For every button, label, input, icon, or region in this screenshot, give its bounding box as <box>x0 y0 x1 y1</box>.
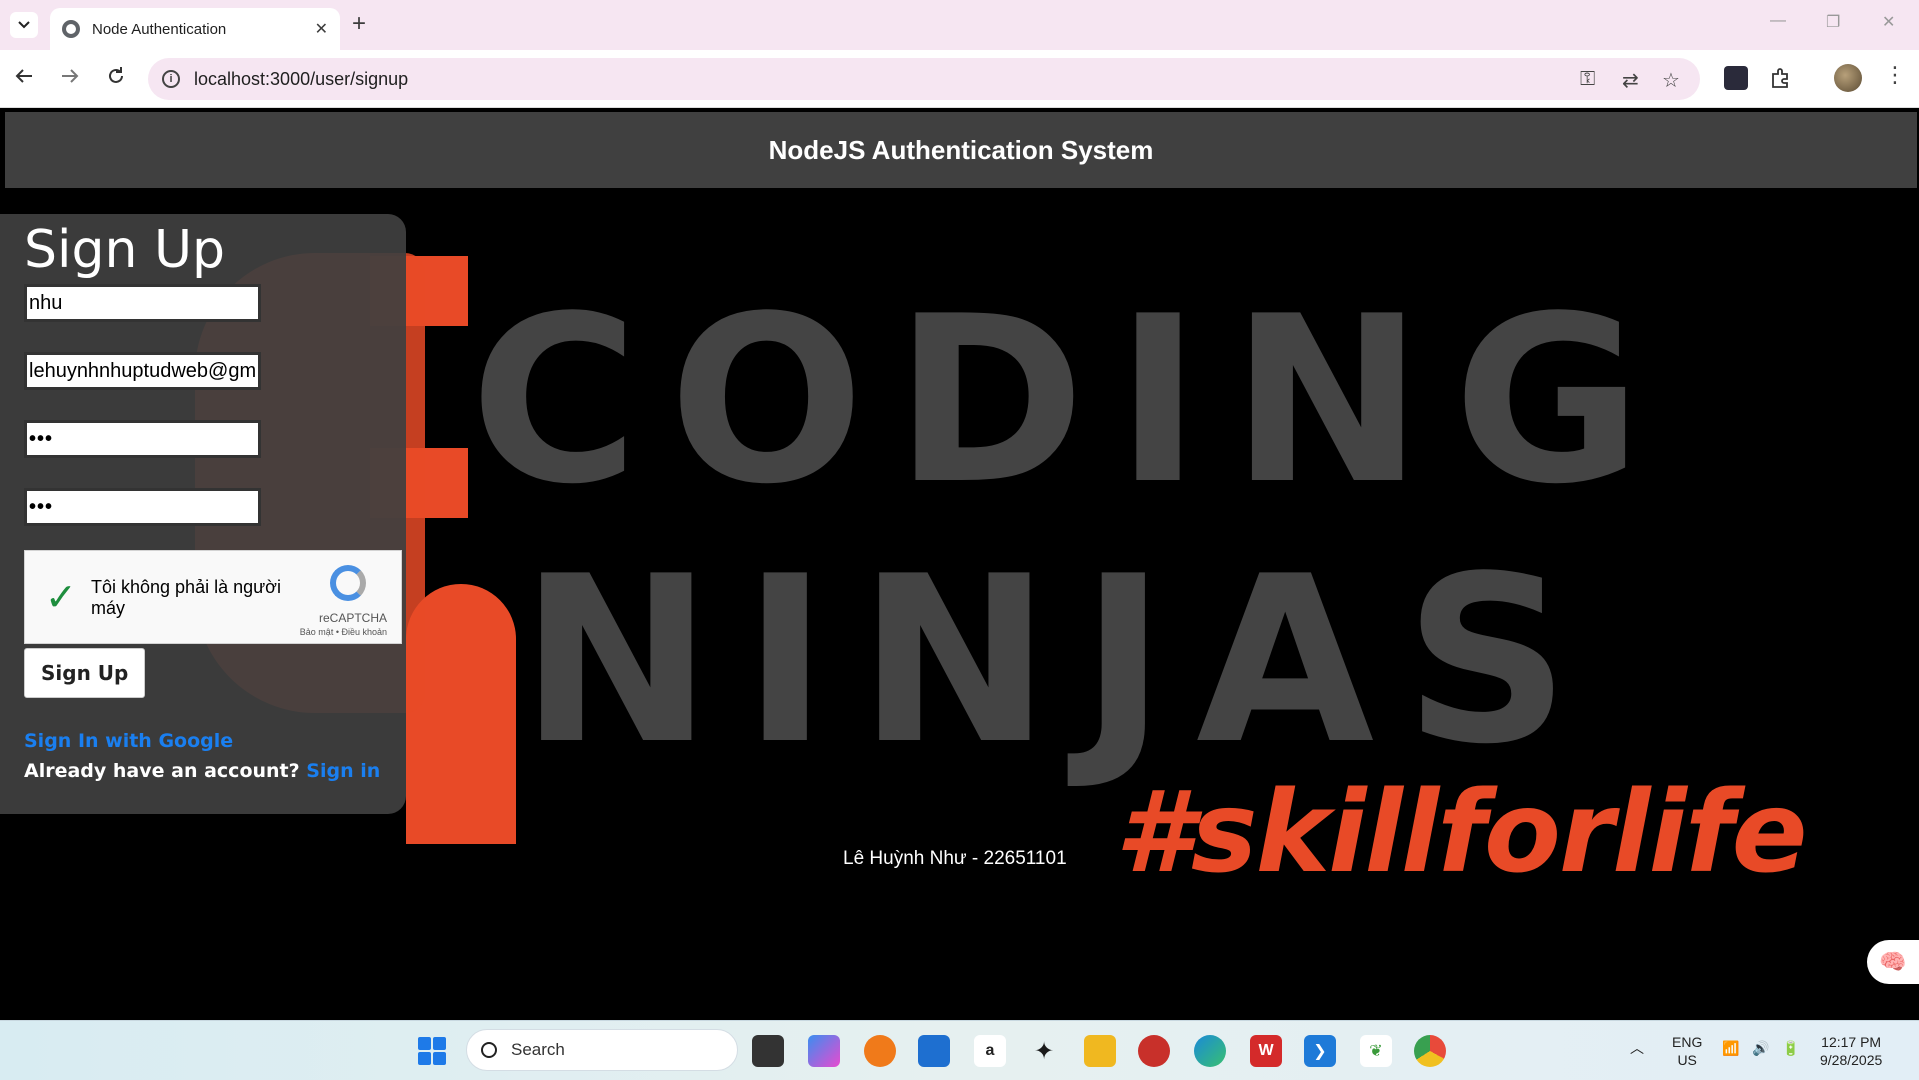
logo-word-ninjas: NINJAS <box>520 528 1600 795</box>
window-close-button[interactable]: ✕ <box>1882 12 1895 32</box>
site-info-icon[interactable]: i <box>162 70 180 88</box>
bookmark-star-icon[interactable]: ☆ <box>1662 68 1680 93</box>
chrome-icon[interactable] <box>1414 1035 1446 1067</box>
mongodb-icon[interactable]: ❦ <box>1360 1035 1392 1067</box>
profile-avatar[interactable] <box>1834 64 1862 92</box>
already-account-text: Already have an account? Sign in <box>24 760 382 782</box>
restore-button[interactable]: ❐ <box>1826 12 1840 32</box>
app-header: NodeJS Authentication System <box>5 112 1917 188</box>
forward-button[interactable] <box>60 66 80 92</box>
captcha-terms-link[interactable]: Bảo mật • Điều khoản <box>300 627 387 637</box>
signup-card: Sign Up nhu lehuynhnhuptudweb@gm ••• •••… <box>0 214 406 814</box>
arrow-left-icon <box>15 69 32 83</box>
arrow-right-icon <box>62 69 79 83</box>
chevron-down-icon <box>18 21 30 29</box>
signin-link[interactable]: Sign in <box>306 760 380 782</box>
extension-icon[interactable] <box>1724 66 1748 90</box>
email-field[interactable]: lehuynhnhuptudweb@gm <box>24 352 261 390</box>
recaptcha-logo-icon <box>330 565 366 601</box>
clock-date: 9/28/2025 <box>1820 1052 1883 1068</box>
wps-icon[interactable]: W <box>1250 1035 1282 1067</box>
app-title: NodeJS Authentication System <box>768 134 1154 165</box>
wifi-icon[interactable]: 📶 <box>1722 1039 1739 1057</box>
globe-icon <box>62 20 80 38</box>
reload-icon <box>109 67 123 83</box>
battery-icon[interactable]: 🔋 <box>1782 1039 1799 1057</box>
vscode-icon[interactable]: ❯ <box>1304 1035 1336 1067</box>
browser-tab[interactable]: Node Authentication ✕ <box>50 8 340 50</box>
lang-top: ENG <box>1672 1034 1703 1050</box>
already-label: Already have an account? <box>24 760 300 782</box>
assistant-brain-icon[interactable]: 🧠 <box>1867 940 1919 984</box>
url-text: localhost:3000/user/signup <box>194 68 409 89</box>
tab-title: Node Authentication <box>92 20 227 38</box>
file-explorer-icon[interactable] <box>1084 1035 1116 1067</box>
minimize-button[interactable]: — <box>1770 12 1786 30</box>
edge-icon[interactable] <box>1194 1035 1226 1067</box>
name-field[interactable]: nhu <box>24 284 261 322</box>
lang-bottom: US <box>1677 1052 1697 1068</box>
amazon-icon[interactable]: a <box>974 1035 1006 1067</box>
close-tab-icon[interactable]: ✕ <box>315 19 328 39</box>
page-viewport: NodeJS Authentication System CODING NINJ… <box>0 108 1919 1020</box>
windows-start-icon[interactable] <box>418 1037 446 1065</box>
clock[interactable]: 12:17 PM 9/28/2025 <box>1820 1033 1882 1069</box>
clock-time: 12:17 PM <box>1821 1034 1882 1050</box>
google-signin-link[interactable]: Sign In with Google <box>24 730 382 752</box>
back-button[interactable] <box>14 66 34 92</box>
search-icon <box>481 1042 497 1058</box>
language-indicator[interactable]: ENG US <box>1672 1033 1702 1069</box>
captcha-brand: reCAPTCHA <box>318 611 387 625</box>
volume-icon[interactable]: 🔊 <box>1752 1039 1769 1057</box>
signup-button[interactable]: Sign Up <box>24 648 146 698</box>
extensions-puzzle-icon[interactable] <box>1768 66 1792 90</box>
task-view-icon[interactable] <box>752 1035 784 1067</box>
checkmark-icon[interactable]: ✓ <box>45 575 77 620</box>
windows-taskbar: Search a ✦ W ❯ ❦ ︿ ENG US 📶 🔊 🔋 12:17 PM… <box>0 1020 1919 1080</box>
recaptcha-widget[interactable]: ✓ Tôi không phải là người máy reCAPTCHA … <box>24 550 402 644</box>
logo-tagline: #skillforlife <box>1115 768 1808 898</box>
tray-overflow-icon[interactable]: ︿ <box>1630 1039 1644 1057</box>
confirm-password-field[interactable]: ••• <box>24 488 261 526</box>
browser-menu-icon[interactable]: ⋮ <box>1884 62 1906 88</box>
copilot-icon[interactable] <box>808 1035 840 1067</box>
taskbar-search[interactable]: Search <box>466 1029 738 1071</box>
search-label: Search <box>511 1040 565 1059</box>
signup-heading: Sign Up <box>24 220 226 280</box>
browser-tabstrip: Node Authentication ✕ + — ❐ ✕ <box>0 0 1919 50</box>
dropbox-icon[interactable]: ✦ <box>1028 1035 1060 1067</box>
browser-toolbar: i localhost:3000/user/signup ⚿ ⇄ ☆ ⋮ <box>0 50 1919 108</box>
translate-icon[interactable]: ⇄ <box>1622 68 1639 93</box>
firefox-icon[interactable] <box>864 1035 896 1067</box>
reload-button[interactable] <box>106 66 126 92</box>
logo-word-coding: CODING <box>470 268 1673 535</box>
captcha-label: Tôi không phải là người máy <box>91 577 281 618</box>
new-tab-button[interactable]: + <box>352 10 366 38</box>
store-icon[interactable] <box>918 1035 950 1067</box>
app-icon[interactable] <box>1138 1035 1170 1067</box>
tab-search-button[interactable] <box>10 12 38 38</box>
address-bar[interactable]: i localhost:3000/user/signup ⚿ ⇄ ☆ <box>148 58 1700 100</box>
password-key-icon[interactable]: ⚿ <box>1580 68 1595 91</box>
password-field[interactable]: ••• <box>24 420 261 458</box>
author-credit: Lê Huỳnh Như - 22651101 <box>843 848 1067 869</box>
